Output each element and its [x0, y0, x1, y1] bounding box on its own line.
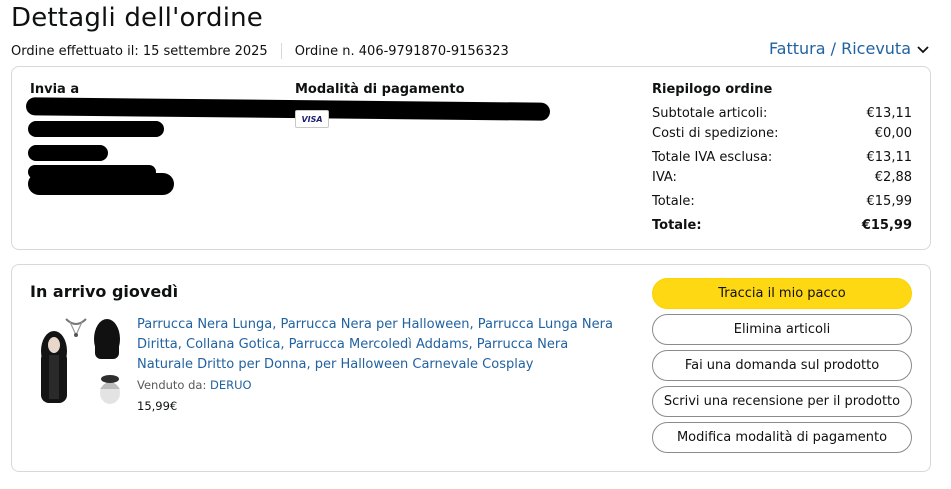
summary-row-net: Totale IVA esclusa: €13,11: [652, 150, 912, 165]
summary-label: Totale:: [652, 218, 702, 233]
seller-link[interactable]: DERUO: [210, 378, 252, 392]
delivery-status: In arrivo giovedì: [30, 282, 179, 301]
summary-row-total: Totale: €15,99: [652, 194, 912, 209]
delete-items-button[interactable]: Elimina articoli: [652, 314, 912, 345]
change-payment-button[interactable]: Modifica modalità di pagamento: [652, 422, 912, 453]
page-title: Dettagli dell'ordine: [11, 3, 263, 33]
summary-value: €15,99: [861, 218, 912, 233]
invoice-link-label: Fattura / Ricevuta: [768, 39, 911, 58]
summary-value: €0,00: [874, 126, 912, 141]
divider: [280, 43, 282, 59]
summary-value: €13,11: [866, 150, 913, 165]
summary-label: Subtotale articoli:: [652, 106, 768, 121]
order-meta: Ordine effettuato il: 15 settembre 2025 …: [11, 43, 509, 59]
redacted-text: [28, 121, 164, 137]
summary-row-grand-total: Totale: €15,99: [652, 218, 912, 233]
summary-row-vat: IVA: €2,88: [652, 170, 912, 185]
product-image[interactable]: [32, 313, 128, 409]
ask-question-button[interactable]: Fai una domanda sul prodotto: [652, 350, 912, 381]
product-title-link[interactable]: Parrucca Nera Lunga, Parrucca Nera per H…: [137, 315, 627, 375]
summary-value: €15,99: [866, 194, 913, 209]
summary-row-shipping: Costi di spedizione: €0,00: [652, 126, 912, 141]
summary-value: €2,88: [874, 170, 912, 185]
visa-card-icon: VISA: [295, 110, 329, 128]
track-package-button[interactable]: Traccia il mio pacco: [652, 278, 912, 309]
shipment-card: In arrivo giovedì Parrucca Nera Lunga, P…: [11, 264, 931, 472]
redacted-text: [28, 145, 108, 161]
payment-heading: Modalità di pagamento: [295, 82, 465, 97]
product-price: 15,99€: [137, 399, 178, 413]
chevron-down-icon: [917, 39, 929, 58]
redacted-text: [25, 97, 551, 121]
redacted-text: [28, 173, 174, 195]
seller-line: Venduto da: DERUO: [137, 378, 252, 392]
write-review-button[interactable]: Scrivi una recensione per il prodotto: [652, 386, 912, 417]
summary-value: €13,11: [866, 106, 913, 121]
summary-heading: Riepilogo ordine: [652, 82, 773, 97]
summary-label: IVA:: [652, 170, 677, 185]
order-date: Ordine effettuato il: 15 settembre 2025: [11, 43, 268, 59]
invoice-link[interactable]: Fattura / Ricevuta: [769, 39, 929, 58]
sold-by-label: Venduto da:: [137, 378, 207, 392]
order-number: Ordine n. 406-9791870-9156323: [294, 43, 509, 59]
order-info-card: Invia a Modalità di pagamento Riepilogo …: [11, 66, 931, 250]
summary-label: Totale:: [652, 194, 695, 209]
summary-label: Costi di spedizione:: [652, 126, 779, 141]
summary-row-subtotal: Subtotale articoli: €13,11: [652, 106, 912, 121]
summary-label: Totale IVA esclusa:: [652, 150, 773, 165]
shipping-heading: Invia a: [30, 82, 80, 97]
